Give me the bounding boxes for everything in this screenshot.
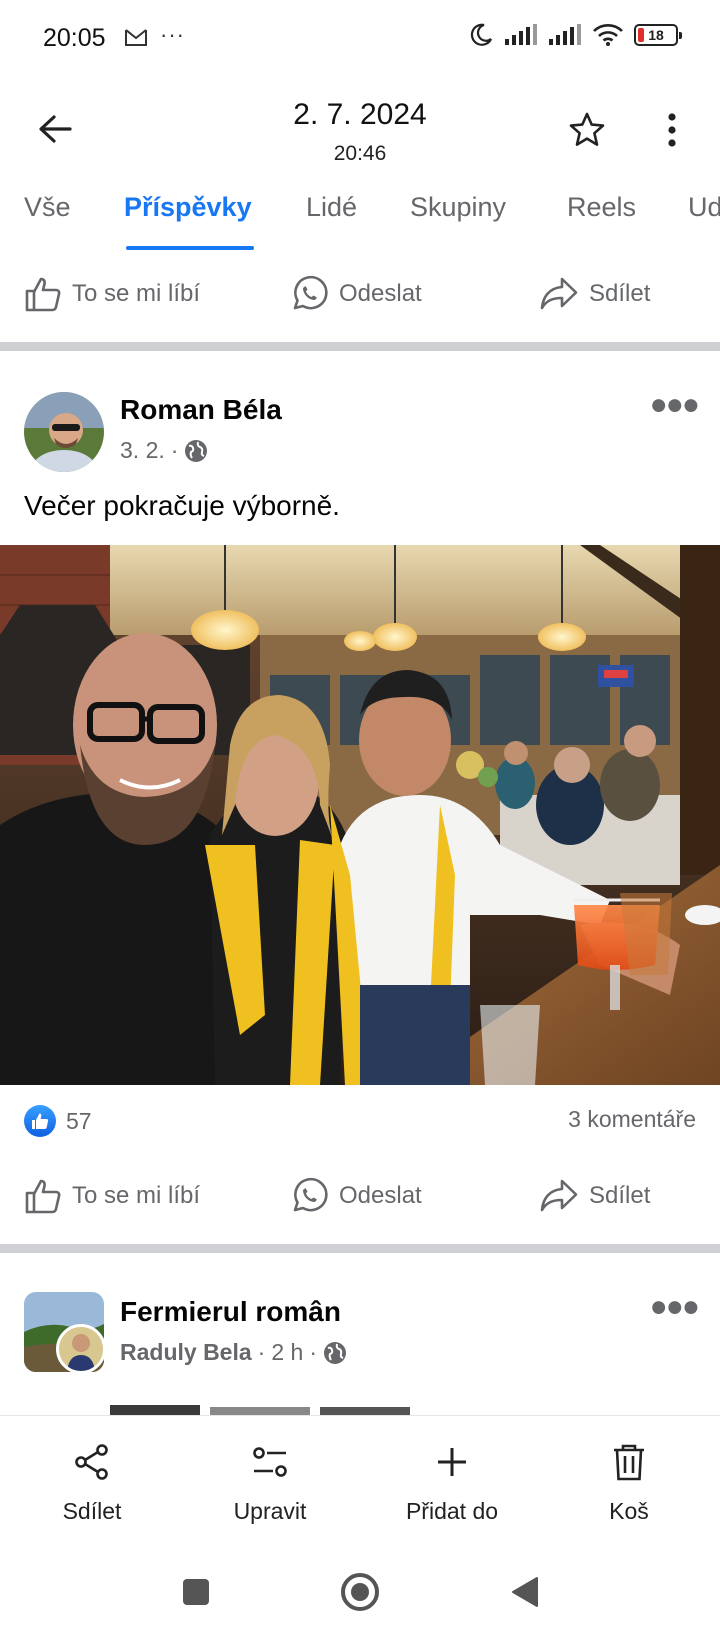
home-circle-icon bbox=[341, 1573, 379, 1611]
system-back-button[interactable] bbox=[500, 1567, 550, 1617]
filter-tabs: Vše Příspěvky Lidé Skupiny Reels Ud bbox=[0, 180, 720, 252]
globe-icon bbox=[323, 1341, 346, 1364]
square-icon bbox=[183, 1579, 209, 1605]
post-author[interactable]: Raduly Bela bbox=[120, 1339, 252, 1366]
status-bar: 20:05 ··· 18 bbox=[0, 0, 720, 80]
trash-tool-button[interactable]: Koš bbox=[604, 1440, 654, 1525]
post-options-button[interactable]: ●●● bbox=[650, 1290, 700, 1324]
post-time: 2 h bbox=[271, 1339, 304, 1365]
app-bar: 2. 7. 2024 20:46 bbox=[0, 80, 720, 180]
do-not-disturb-moon-icon bbox=[470, 23, 492, 46]
author-avatar[interactable] bbox=[56, 1324, 106, 1374]
meta-separator: · bbox=[257, 1339, 266, 1365]
tab-reels[interactable]: Reels bbox=[567, 192, 636, 223]
post-options-button[interactable]: ●●● bbox=[650, 388, 700, 422]
thumbs-up-icon bbox=[25, 277, 61, 312]
globe-icon bbox=[185, 439, 208, 462]
post-actions: To se mi líbí Odeslat Sdílet bbox=[0, 1158, 720, 1234]
tab-people[interactable]: Lidé bbox=[306, 192, 357, 223]
photo-date: 2. 7. 2024 bbox=[293, 98, 427, 131]
meta-separator: · bbox=[170, 437, 179, 463]
edit-tool-label: Upravit bbox=[233, 1498, 307, 1524]
share-label: Sdílet bbox=[589, 1182, 651, 1209]
post-meta: Raduly Bela · 2 h · bbox=[120, 1339, 347, 1366]
system-nav-bar bbox=[0, 1545, 720, 1640]
share-icon bbox=[75, 1444, 108, 1480]
trash-tool-label: Koš bbox=[609, 1498, 649, 1524]
like-label: To se mi líbí bbox=[72, 1182, 201, 1209]
share-tool-button[interactable]: Sdílet bbox=[52, 1440, 132, 1525]
post-divider bbox=[0, 1244, 720, 1253]
status-icons: 18 bbox=[468, 22, 682, 48]
thumbs-up-icon bbox=[25, 1179, 61, 1214]
post-photo[interactable] bbox=[0, 545, 720, 1085]
active-tab-indicator bbox=[126, 246, 254, 250]
more-vertical-icon bbox=[668, 113, 676, 147]
recent-apps-button[interactable] bbox=[171, 1567, 221, 1617]
signal-strength-icon bbox=[505, 24, 537, 45]
battery-icon: 18 bbox=[634, 24, 682, 46]
share-label: Sdílet bbox=[589, 280, 651, 307]
triangle-back-icon bbox=[512, 1577, 538, 1607]
send-label: Odeslat bbox=[339, 280, 422, 307]
more-options-button[interactable] bbox=[652, 106, 692, 154]
favorite-button[interactable] bbox=[563, 106, 611, 154]
whatsapp-icon bbox=[293, 1177, 328, 1212]
reactions-summary[interactable]: 57 bbox=[24, 1105, 92, 1137]
tab-posts[interactable]: Příspěvky bbox=[124, 192, 252, 223]
tab-groups[interactable]: Skupiny bbox=[410, 192, 506, 223]
signal-strength-2-icon bbox=[549, 24, 581, 45]
tab-more[interactable]: Ud bbox=[688, 192, 720, 223]
wifi-icon bbox=[593, 24, 623, 46]
like-button[interactable]: To se mi líbí bbox=[24, 256, 200, 332]
share-tool-label: Sdílet bbox=[62, 1498, 122, 1524]
comment-count[interactable]: 3 komentáře bbox=[568, 1106, 696, 1133]
plus-icon bbox=[438, 1448, 466, 1476]
share-button[interactable]: Sdílet bbox=[539, 256, 650, 332]
share-arrow-icon bbox=[540, 277, 578, 310]
home-button[interactable] bbox=[335, 1567, 385, 1617]
add-to-tool-label: Přidat do bbox=[405, 1498, 499, 1524]
partial-image bbox=[110, 1405, 410, 1417]
add-to-tool-button[interactable]: Přidat do bbox=[394, 1440, 510, 1525]
more-notifications-icon: ··· bbox=[160, 22, 185, 47]
trash-icon bbox=[614, 1444, 644, 1481]
share-arrow-icon bbox=[540, 1179, 578, 1212]
group-avatar[interactable] bbox=[24, 1292, 106, 1374]
profile-photo bbox=[24, 392, 104, 472]
post-text: Večer pokračuje výborně. bbox=[24, 490, 340, 521]
photo-toolbar: Sdílet Upravit Přidat do Koš bbox=[0, 1415, 720, 1535]
battery-level: 18 bbox=[648, 27, 664, 43]
post-date: 3. 2. bbox=[120, 437, 165, 463]
send-label: Odeslat bbox=[339, 1182, 422, 1209]
status-time: 20:05 bbox=[43, 24, 106, 52]
post-divider bbox=[0, 342, 720, 351]
group-name[interactable]: Fermierul român bbox=[120, 1296, 341, 1328]
edit-tool-button[interactable]: Upravit bbox=[224, 1440, 316, 1525]
send-button[interactable]: Odeslat bbox=[289, 256, 422, 332]
post-author[interactable]: Roman Béla bbox=[120, 394, 282, 426]
adjust-sliders-icon bbox=[253, 1447, 287, 1477]
tab-all[interactable]: Vše bbox=[24, 192, 71, 223]
like-label: To se mi líbí bbox=[72, 280, 201, 307]
restaurant-selfie-image bbox=[0, 545, 720, 1085]
send-button[interactable]: Odeslat bbox=[289, 1158, 422, 1234]
meta-separator: · bbox=[309, 1339, 317, 1365]
whatsapp-icon bbox=[293, 275, 328, 310]
author-photo bbox=[59, 1327, 103, 1371]
avatar[interactable] bbox=[24, 392, 104, 472]
gmail-icon bbox=[125, 29, 147, 46]
post-photo-partial[interactable] bbox=[0, 1397, 720, 1417]
like-reaction-icon bbox=[24, 1105, 56, 1137]
post-actions-previous: To se mi líbí Odeslat Sdílet bbox=[0, 256, 720, 332]
star-icon bbox=[569, 112, 605, 146]
post-meta: 3. 2. · bbox=[120, 437, 208, 464]
like-count: 57 bbox=[66, 1107, 92, 1134]
share-button[interactable]: Sdílet bbox=[539, 1158, 650, 1234]
like-button[interactable]: To se mi líbí bbox=[24, 1158, 200, 1234]
photo-time: 20:46 bbox=[333, 142, 387, 165]
